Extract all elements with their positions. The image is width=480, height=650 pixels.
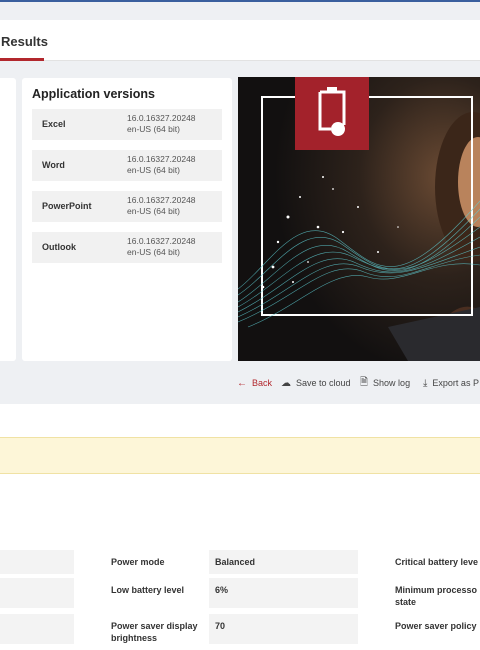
low-battery-value: 6% (215, 585, 229, 595)
display-brightness-value: 70 (215, 621, 226, 631)
application-versions-card: Application versions Excel 16.0.16327.20… (22, 78, 232, 361)
setting-cell (0, 550, 74, 574)
setting-cell (0, 578, 74, 608)
low-battery-label: Low battery level (111, 585, 185, 595)
app-name: PowerPoint (42, 201, 92, 211)
application-versions-title: Application versions (32, 87, 155, 101)
app-version: 16.0.16327.20248 en-US (64 bit) (127, 154, 196, 175)
back-button[interactable]: ← Back (237, 376, 272, 390)
save-to-cloud-button[interactable]: ☁ Save to cloud (281, 376, 351, 390)
show-log-button[interactable]: 🗎 Show log (360, 376, 410, 390)
app-row-outlook: Outlook 16.0.16327.20248 en-US (64 bit) (32, 232, 222, 263)
power-mode-cell: Balanced (209, 550, 358, 574)
export-button[interactable]: ⤓ Export as P (423, 376, 479, 390)
arrow-left-icon: ← (237, 377, 247, 389)
cloud-icon: ☁ (281, 377, 291, 389)
low-battery-cell: 6% (209, 578, 358, 608)
tab-results[interactable]: Results (1, 34, 48, 49)
results-header: Results (0, 20, 480, 61)
notice-banner (0, 437, 480, 474)
app-row-powerpoint: PowerPoint 16.0.16327.20248 en-US (64 bit… (32, 191, 222, 222)
display-brightness-label: Power saver display brightness (111, 621, 198, 643)
app-version: 16.0.16327.20248 en-US (64 bit) (127, 113, 196, 134)
app-name: Outlook (42, 242, 76, 252)
notice-section (0, 404, 480, 489)
battery-icon (318, 87, 346, 136)
power-settings-section: Power mode Balanced Low battery level 6%… (0, 489, 480, 650)
critical-battery-label: Critical battery leve (395, 557, 479, 567)
app-row-word: Word 16.0.16327.20248 en-US (64 bit) (32, 150, 222, 181)
top-border (0, 0, 480, 2)
power-mode-label: Power mode (111, 557, 165, 567)
download-icon: ⤓ (423, 377, 428, 389)
app-row-excel: Excel 16.0.16327.20248 en-US (64 bit) (32, 109, 222, 140)
tab-active-indicator (0, 58, 44, 61)
app-name: Excel (42, 119, 66, 129)
power-saver-policy-label: Power saver policy (395, 621, 477, 631)
min-processor-label: Minimum processo state (395, 585, 478, 607)
setting-cell (0, 614, 74, 644)
app-version: 16.0.16327.20248 en-US (64 bit) (127, 195, 196, 216)
power-mode-value: Balanced (215, 557, 256, 567)
app-name: Word (42, 160, 65, 170)
system-info-card (0, 78, 16, 361)
document-icon: 🗎 (360, 376, 369, 388)
hero-image (238, 77, 480, 361)
app-version: 16.0.16327.20248 en-US (64 bit) (127, 236, 196, 257)
display-brightness-cell: 70 (209, 614, 358, 644)
